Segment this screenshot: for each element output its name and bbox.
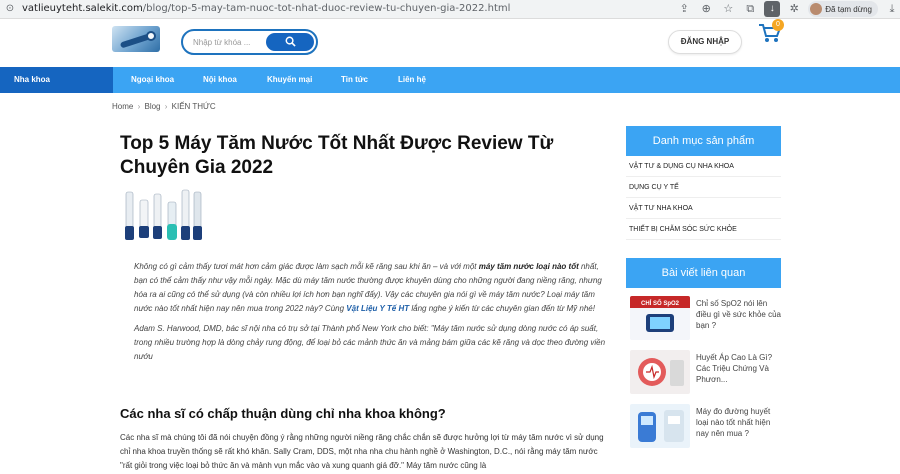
browser-address-bar: ⊙ vatlieuyteht.salekit.com/blog/top-5-ma… xyxy=(0,0,900,19)
breadcrumb-current[interactable]: KIẾN THỨC xyxy=(172,102,216,111)
site-info-icon[interactable]: ⊙ xyxy=(4,3,16,15)
article-intro-quote: Không có gì cảm thấy tươi mát hơn cảm gi… xyxy=(120,260,610,370)
breadcrumb-separator: › xyxy=(164,102,168,111)
zoom-icon[interactable]: ⊕ xyxy=(698,1,714,17)
url-path: /blog/top-5-may-tam-nuoc-tot-nhat-duoc-r… xyxy=(142,3,511,14)
breadcrumb-home[interactable]: Home xyxy=(112,102,133,111)
search-button[interactable] xyxy=(266,33,314,51)
intro-bold-keyword: máy tăm nước loại nào tốt xyxy=(478,262,579,271)
nav-item-khuyen-mai[interactable]: Khuyến mại xyxy=(267,67,312,93)
nav-item-lien-he[interactable]: Liên hệ xyxy=(398,67,426,93)
browser-toolbar: ⇪ ⊕ ☆ ⧉ ↓ ✲ Đã tạm dừng ⤓ xyxy=(670,1,900,17)
article-body: Các nha sĩ mà chúng tôi đã nói chuyện đồ… xyxy=(120,433,604,470)
extension-icon[interactable]: ⧉ xyxy=(742,1,758,17)
main-nav: Nha khoa Ngoại khoa Nội khoa Khuyến mại … xyxy=(0,67,900,93)
profile-chip[interactable]: Đã tạm dừng xyxy=(808,1,878,17)
star-icon[interactable]: ☆ xyxy=(720,1,736,17)
avatar xyxy=(810,3,823,15)
profile-label: Đã tạm dừng xyxy=(825,4,872,14)
breadcrumb-blog[interactable]: Blog xyxy=(144,102,160,111)
product-image xyxy=(122,186,204,244)
url-field[interactable]: vatlieuyteht.salekit.com/blog/top-5-may-… xyxy=(22,3,510,14)
site-logo[interactable] xyxy=(112,26,160,52)
site-header: ĐĂNG NHẬP 0 xyxy=(0,19,900,67)
post-thumbnail[interactable] xyxy=(630,404,690,448)
related-post[interactable]: CHỈ SỐ SpO2 Chỉ số SpO2 nói lên điều gì … xyxy=(630,296,782,344)
download-icon[interactable]: ↓ xyxy=(764,1,781,17)
nav-item-nha-khoa[interactable]: Nha khoa xyxy=(0,67,113,93)
logo-device-tip xyxy=(146,31,156,41)
post-thumbnail[interactable]: CHỈ SỐ SpO2 xyxy=(630,296,690,340)
category-item[interactable]: VẬT TƯ NHA KHOA xyxy=(626,198,781,219)
category-item[interactable]: DỤNG CỤ Y TẾ xyxy=(626,177,781,198)
categories-heading: Danh mục sản phẩm xyxy=(626,126,781,156)
intro-paragraph: Không có gì cảm thấy tươi mát hơn cảm gi… xyxy=(134,260,610,316)
intro-text: Không có gì cảm thấy tươi mát hơn cảm gi… xyxy=(134,262,479,271)
intro-text-end: lắng nghe ý kiến từ các chuyên gian đến … xyxy=(409,304,595,313)
post-title[interactable]: Chỉ số SpO2 nói lên điều gì về sức khỏe … xyxy=(696,298,782,331)
related-posts-heading: Bài viết liên quan xyxy=(626,258,781,288)
search-input[interactable] xyxy=(193,35,263,49)
post-thumbnail[interactable] xyxy=(630,350,690,394)
post-title[interactable]: Máy đo đường huyết loại nào tốt nhất hiệ… xyxy=(696,406,782,439)
downloads-tray-icon[interactable]: ⤓ xyxy=(884,1,900,17)
breadcrumb: Home › Blog › KIẾN THỨC xyxy=(112,102,216,111)
thumbnail-caption: CHỈ SỐ SpO2 xyxy=(641,300,680,307)
login-button[interactable]: ĐĂNG NHẬP xyxy=(668,30,742,54)
breadcrumb-separator: › xyxy=(137,102,141,111)
post-title[interactable]: Huyết Áp Cao Là Gì? Các Triệu Chứng Và P… xyxy=(696,352,782,385)
puzzle-icon[interactable]: ✲ xyxy=(786,1,802,17)
search-icon xyxy=(285,36,296,47)
share-icon[interactable]: ⇪ xyxy=(676,1,692,17)
url-host: vatlieuyteht.salekit.com xyxy=(22,3,143,14)
search-box xyxy=(181,29,318,55)
article-title: Top 5 Máy Tăm Nước Tốt Nhất Được Review … xyxy=(120,133,554,178)
expert-quote: Adam S. Harwood, DMD, bác sĩ nội nha có … xyxy=(134,324,606,361)
category-list: VẬT TƯ & DỤNG CỤ NHA KHOA DỤNG CỤ Y TẾ V… xyxy=(626,156,781,240)
cart-count-badge: 0 xyxy=(772,19,784,31)
brand-link[interactable]: Vật Liệu Y Tế HT xyxy=(346,304,409,313)
nav-item-ngoai-khoa[interactable]: Ngoại khoa xyxy=(131,67,174,93)
category-item[interactable]: VẬT TƯ & DỤNG CỤ NHA KHOA xyxy=(626,156,781,177)
category-item[interactable]: THIẾT BỊ CHĂM SÓC SỨC KHỎE xyxy=(626,219,781,240)
section-heading: Các nha sĩ có chấp thuận dùng chỉ nha kh… xyxy=(120,406,446,421)
nav-item-noi-khoa[interactable]: Nội khoa xyxy=(203,67,237,93)
related-post[interactable]: Máy đo đường huyết loại nào tốt nhất hiệ… xyxy=(630,404,782,452)
nav-item-tin-tuc[interactable]: Tin tức xyxy=(341,67,368,93)
related-post[interactable]: Huyết Áp Cao Là Gì? Các Triệu Chứng Và P… xyxy=(630,350,782,398)
